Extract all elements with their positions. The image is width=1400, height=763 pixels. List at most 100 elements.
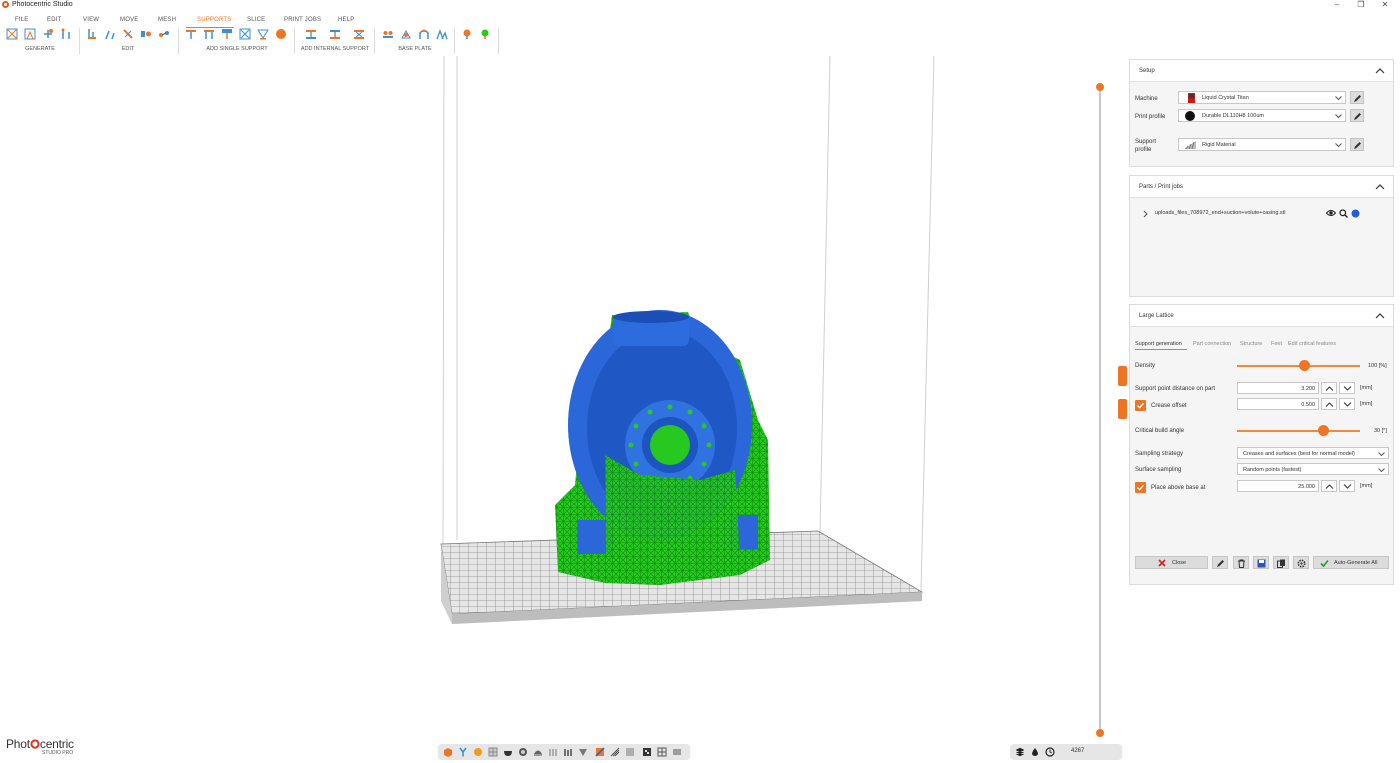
setup-panel-header[interactable]: Setup <box>1130 60 1393 82</box>
tab-part-connection[interactable]: Part connection <box>1193 341 1231 347</box>
edit-print-profile-button[interactable] <box>1350 109 1364 122</box>
panel-collapse-tab[interactable] <box>1118 366 1127 386</box>
triangle-down-icon[interactable] <box>578 747 588 757</box>
support-point-distance-input[interactable]: 3.200 <box>1237 382 1319 394</box>
base-plate-d-icon[interactable] <box>436 28 448 40</box>
measure-icon[interactable] <box>610 747 620 757</box>
menu-slice[interactable]: SLICE <box>247 17 265 23</box>
menu-mesh[interactable]: MESH <box>158 17 176 23</box>
single-support-d-icon[interactable] <box>239 28 251 40</box>
internal-support-c-icon[interactable] <box>353 28 365 40</box>
base-plate-b-icon[interactable] <box>400 28 412 40</box>
place-above-base-input[interactable]: 25.000 <box>1237 480 1319 492</box>
sampling-strategy-select[interactable]: Creases and surfaces (best for normal mo… <box>1237 447 1389 459</box>
machine-select[interactable]: Liquid Crystal Titan <box>1178 91 1346 104</box>
internal-support-a-icon[interactable] <box>305 28 317 40</box>
menu-edit[interactable]: EDIT <box>47 17 61 23</box>
magnifier-icon[interactable] <box>1339 209 1348 218</box>
generate-plus-icon[interactable] <box>42 28 54 40</box>
single-support-b-icon[interactable] <box>203 28 215 40</box>
tab-feet[interactable]: Feet <box>1271 341 1282 347</box>
spd-decrement-button[interactable] <box>1339 382 1355 394</box>
hatch-icon[interactable] <box>657 747 667 757</box>
layer-slider-top-knob[interactable] <box>1096 83 1104 91</box>
sphere-icon[interactable] <box>473 747 483 757</box>
layer-slider-bottom-knob[interactable] <box>1096 729 1104 737</box>
single-support-c-icon[interactable] <box>221 28 233 40</box>
menu-help[interactable]: HELP <box>338 17 354 23</box>
single-support-f-icon[interactable] <box>275 28 287 40</box>
grid-view-icon[interactable] <box>488 747 498 757</box>
layer-slider-track[interactable] <box>1099 87 1101 734</box>
panel-expand-tab[interactable] <box>1118 399 1127 419</box>
tab-structure[interactable]: Structure <box>1240 341 1262 347</box>
eye-icon[interactable] <box>1326 209 1336 217</box>
chevron-up-icon[interactable] <box>1375 311 1385 321</box>
print-profile-select[interactable]: Durable DL110H8 100um <box>1178 109 1346 122</box>
single-support-a-icon[interactable] <box>185 28 197 40</box>
base-plate-a-icon[interactable] <box>382 28 394 40</box>
generate-lattice-icon[interactable] <box>6 28 18 40</box>
support-profile-select[interactable]: Rigid Material <box>1178 138 1346 151</box>
crease-offset-checkbox[interactable] <box>1135 400 1146 411</box>
tab-edit-critical-features[interactable]: Edit critical features <box>1288 341 1336 347</box>
supports-view-icon[interactable] <box>548 747 558 757</box>
menu-view[interactable]: VIEW <box>83 17 99 23</box>
lattice-panel-header[interactable]: Large Lattice <box>1130 305 1393 327</box>
settings-button[interactable] <box>1293 556 1309 569</box>
tab-support-generation[interactable]: Support generation <box>1135 341 1182 347</box>
surface-sampling-select[interactable]: Random points (fastest) <box>1237 463 1389 475</box>
menu-move[interactable]: MOVE <box>120 17 138 23</box>
bars-icon[interactable] <box>672 747 682 757</box>
part-list-item[interactable]: uploads_files_708972_end+suction+volute+… <box>1140 208 1390 220</box>
close-button[interactable]: Close <box>1135 556 1208 569</box>
marker-orange-icon[interactable] <box>461 28 473 40</box>
above-increment-button[interactable] <box>1321 480 1337 492</box>
parts-panel-header[interactable]: Parts / Print jobs <box>1130 176 1393 198</box>
base-plate-c-icon[interactable] <box>418 28 430 40</box>
save-button[interactable] <box>1253 556 1269 569</box>
marker-green-icon[interactable] <box>479 28 491 40</box>
spd-increment-button[interactable] <box>1321 382 1337 394</box>
bowl-icon[interactable] <box>503 747 513 757</box>
crease-decrement-button[interactable] <box>1339 398 1355 410</box>
chevron-up-icon[interactable] <box>1375 182 1385 192</box>
chevron-up-icon[interactable] <box>1375 66 1385 76</box>
slice-view-icon[interactable] <box>595 747 605 757</box>
menu-supports[interactable]: SUPPORTS <box>197 17 232 23</box>
critical-build-angle-slider[interactable] <box>1237 430 1360 432</box>
generate-tree-icon[interactable] <box>24 28 36 40</box>
edit-branch-icon[interactable] <box>104 28 116 40</box>
chevron-right-icon[interactable] <box>1143 210 1149 218</box>
menu-print-jobs[interactable]: PRINT JOBS <box>284 17 321 23</box>
minimize-button[interactable]: – <box>1329 0 1345 10</box>
menu-file[interactable]: FILE <box>15 17 28 23</box>
edit-group-icon[interactable] <box>140 28 152 40</box>
edit-support-icon[interactable] <box>86 28 98 40</box>
generate-pins-icon[interactable] <box>60 28 72 40</box>
critical-build-angle-knob[interactable] <box>1317 425 1329 436</box>
above-decrement-button[interactable] <box>1339 480 1355 492</box>
crease-offset-input[interactable]: 0.500 <box>1237 398 1319 410</box>
edit-machine-button[interactable] <box>1350 91 1364 104</box>
single-support-e-icon[interactable] <box>257 28 269 40</box>
copy-button[interactable] <box>1273 556 1289 569</box>
pins-view-icon[interactable] <box>563 747 573 757</box>
3d-viewport[interactable] <box>0 56 1126 763</box>
y-axis-icon[interactable] <box>458 747 468 757</box>
auto-generate-all-button[interactable]: Auto-Generate All <box>1313 556 1389 569</box>
delete-button[interactable] <box>1233 556 1249 569</box>
dome-icon[interactable] <box>533 747 543 757</box>
globe-icon[interactable] <box>518 747 528 757</box>
crease-increment-button[interactable] <box>1321 398 1337 410</box>
place-above-base-checkbox[interactable] <box>1135 482 1146 493</box>
cube-view-icon[interactable] <box>443 747 453 757</box>
edit-support-profile-button[interactable] <box>1350 138 1364 151</box>
edit-paint-icon[interactable] <box>122 28 134 40</box>
lines-icon[interactable] <box>625 747 635 757</box>
part-color-swatch[interactable] <box>1351 209 1360 218</box>
edit-button[interactable] <box>1212 556 1228 569</box>
density-slider-knob[interactable] <box>1299 360 1311 371</box>
internal-support-b-icon[interactable] <box>329 28 341 40</box>
edit-link-icon[interactable] <box>158 28 170 40</box>
